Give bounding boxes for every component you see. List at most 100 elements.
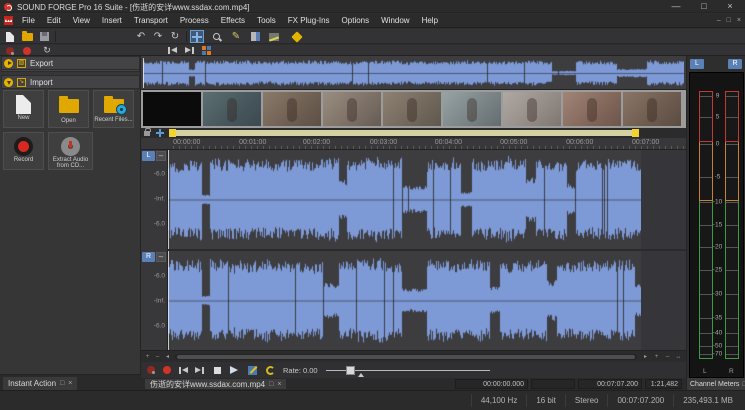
mdi-minimize-icon[interactable]: – xyxy=(717,14,721,28)
horizontal-scrollbar[interactable]: + – ◂ ▸ + – ↔ xyxy=(141,350,686,362)
instant-action-tab[interactable]: Instant Action □ × xyxy=(2,376,78,391)
zoom-in-time-icon[interactable]: + xyxy=(143,353,152,361)
tab-float-icon[interactable]: □ xyxy=(60,380,64,387)
recent-files-button[interactable]: Recent Files... xyxy=(93,90,134,128)
channel-meters-tab[interactable]: Channel Meters □ xyxy=(687,378,745,390)
record-button[interactable]: Record xyxy=(3,132,44,170)
loop-start-handle[interactable] xyxy=(169,129,176,137)
open-file-button[interactable] xyxy=(20,30,34,43)
envelope-tool-button[interactable] xyxy=(267,30,281,43)
left-channel-waveform[interactable] xyxy=(168,150,686,249)
go-to-start-button[interactable] xyxy=(165,46,179,55)
new-file-button[interactable] xyxy=(3,30,17,43)
record-remote-button[interactable] xyxy=(144,364,158,376)
meter-right-button[interactable]: R xyxy=(728,59,742,69)
video-thumbnail-strip[interactable] xyxy=(141,90,686,128)
import-new-button[interactable]: New xyxy=(3,90,44,128)
go-to-end-button[interactable] xyxy=(192,364,206,376)
event-tool-button[interactable] xyxy=(248,30,262,43)
video-thumbnail[interactable] xyxy=(143,92,201,126)
maximize-icon[interactable]: □ xyxy=(693,0,715,13)
video-thumbnail[interactable] xyxy=(263,92,321,126)
meter-left-button[interactable]: L xyxy=(690,59,704,69)
go-to-end-button[interactable] xyxy=(182,46,196,55)
edit-tool-button[interactable] xyxy=(190,30,204,43)
pencil-tool-button[interactable]: ✎ xyxy=(229,30,243,43)
menu-item[interactable]: Transport xyxy=(128,14,174,28)
zoom-in-icon[interactable]: + xyxy=(652,353,661,361)
video-thumbnail[interactable] xyxy=(443,92,501,126)
redo-button[interactable]: ↷ xyxy=(151,30,165,43)
menu-item[interactable]: Edit xyxy=(41,14,67,28)
scroll-right-icon[interactable]: ▸ xyxy=(641,353,650,361)
marker-tool-icon[interactable] xyxy=(156,129,164,137)
db-label: -Inf. xyxy=(154,298,165,305)
minimize-icon[interactable]: — xyxy=(665,0,687,13)
save-button[interactable] xyxy=(37,30,51,43)
minimize-channel-icon[interactable]: – xyxy=(156,151,166,161)
video-thumbnail[interactable] xyxy=(203,92,261,126)
menu-item[interactable]: View xyxy=(67,14,96,28)
scrollbar-track[interactable] xyxy=(175,354,637,360)
lock-icon[interactable] xyxy=(144,131,150,136)
loop-region-bar[interactable] xyxy=(141,128,686,138)
scroll-left-icon[interactable]: ◂ xyxy=(163,353,172,361)
zoom-fit-icon[interactable]: ↔ xyxy=(674,353,683,361)
video-thumbnail[interactable] xyxy=(323,92,381,126)
stop-button[interactable] xyxy=(210,364,224,376)
menu-item[interactable]: Tools xyxy=(251,14,282,28)
tab-float-icon[interactable]: □ xyxy=(269,381,273,388)
time-ruler[interactable]: 00:00:0000:01:0000:02:0000:03:0000:04:00… xyxy=(141,138,686,150)
menu-item[interactable]: FX Plug-Ins xyxy=(282,14,336,28)
menu-item[interactable]: Window xyxy=(375,14,415,28)
close-icon[interactable]: × xyxy=(719,0,741,13)
sidebar-item-import[interactable]: ↘ Import xyxy=(1,75,140,89)
undo-button[interactable]: ↶ xyxy=(134,30,148,43)
video-thumbnail[interactable] xyxy=(503,92,561,126)
zoom-out-icon[interactable]: – xyxy=(663,353,672,361)
rate-slider[interactable] xyxy=(326,370,490,371)
meter-display[interactable]: 950-5-10-15-20-25-30-35-40-50-70 L R xyxy=(689,72,744,378)
right-channel-waveform[interactable] xyxy=(168,251,686,350)
menu-item[interactable]: Process xyxy=(174,14,215,28)
go-to-start-button[interactable] xyxy=(176,364,190,376)
play-button[interactable] xyxy=(227,364,241,376)
loop-playback-button[interactable] xyxy=(263,364,277,376)
video-thumbnail[interactable] xyxy=(623,92,681,126)
loop-region[interactable] xyxy=(170,130,638,136)
zoom-out-time-icon[interactable]: – xyxy=(153,353,162,361)
loop-end-handle[interactable] xyxy=(632,129,639,137)
document-tab[interactable]: 伤逝的安详www.ssdax.com.mp4 □ × xyxy=(144,378,287,390)
play-chain-button[interactable] xyxy=(245,364,259,376)
scrollbar-thumb[interactable] xyxy=(177,355,635,359)
document-menu-icon[interactable] xyxy=(4,16,13,25)
menu-item[interactable]: Help xyxy=(416,14,444,28)
menu-item[interactable]: File xyxy=(16,14,41,28)
mdi-restore-icon[interactable]: □ xyxy=(727,14,731,28)
record-remote-button[interactable] xyxy=(3,46,17,55)
left-channel-button[interactable]: L xyxy=(142,151,155,161)
minimize-channel-icon[interactable]: – xyxy=(156,252,166,262)
tab-close-icon[interactable]: × xyxy=(68,380,72,387)
menu-item[interactable]: Insert xyxy=(96,14,128,28)
rate-slider-handle[interactable] xyxy=(346,366,355,375)
record-button[interactable] xyxy=(160,364,174,376)
sidebar-item[interactable]: ▨ Export xyxy=(1,56,140,70)
extract-audio-button[interactable]: Extract Audio from CD... xyxy=(48,132,93,170)
right-channel-button[interactable]: R xyxy=(142,252,155,262)
loop-playback-button[interactable]: ↻ xyxy=(40,46,54,55)
go-to-start-icon xyxy=(179,367,188,374)
repeat-button[interactable]: ↻ xyxy=(168,30,182,43)
video-thumbnail[interactable] xyxy=(383,92,441,126)
snap-grid-button[interactable] xyxy=(199,46,213,55)
more-tools-button[interactable] xyxy=(290,30,304,43)
mdi-close-icon[interactable]: × xyxy=(737,14,741,28)
record-button[interactable] xyxy=(20,46,34,55)
video-thumbnail[interactable] xyxy=(563,92,621,126)
waveform-overview[interactable] xyxy=(141,56,686,90)
import-open-button[interactable]: Open xyxy=(48,90,89,128)
tab-close-icon[interactable]: × xyxy=(277,381,281,388)
magnify-tool-button[interactable] xyxy=(210,30,224,43)
menu-item[interactable]: Effects xyxy=(215,14,251,28)
menu-item[interactable]: Options xyxy=(336,14,376,28)
